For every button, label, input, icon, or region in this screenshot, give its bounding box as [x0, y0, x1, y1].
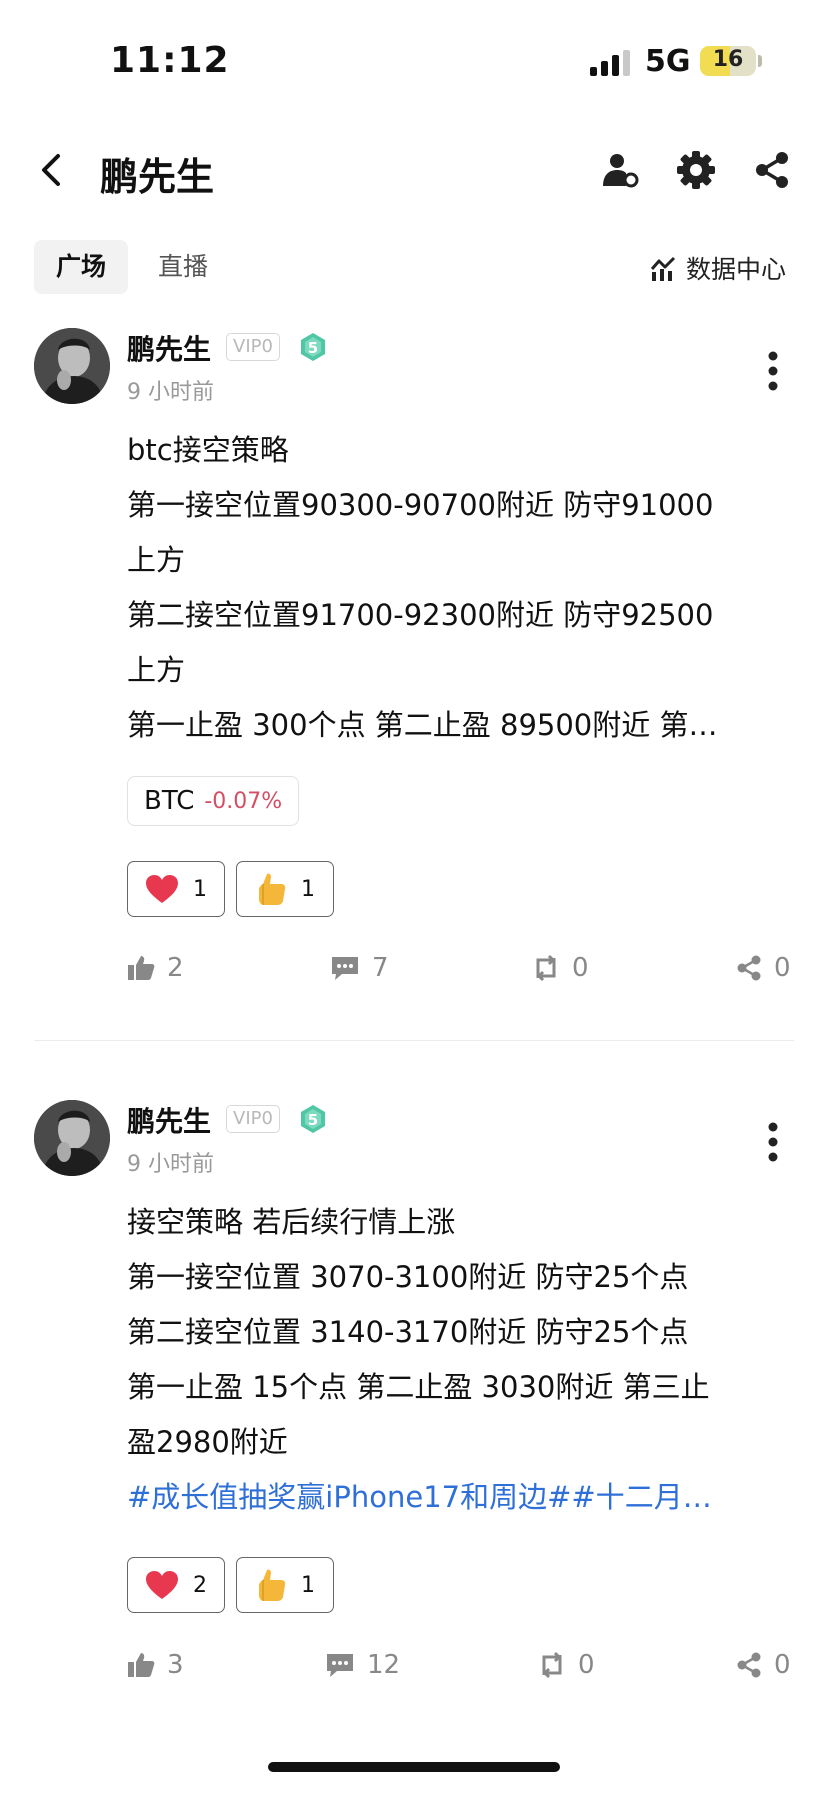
- post-line: 上方: [127, 653, 186, 687]
- hashtag-link[interactable]: #成长值抽奖赢iPhone17和周边##十二月…: [127, 1470, 797, 1525]
- reaction-heart-button[interactable]: 2: [127, 1557, 225, 1613]
- post-body[interactable]: 接空策略 若后续行情上涨 第一接空位置 3070-3100附近 防守25个点 第…: [127, 1195, 797, 1525]
- repost-icon: [542, 1651, 562, 1679]
- ticker-symbol: BTC: [144, 786, 195, 816]
- reaction-count: 2: [193, 1572, 207, 1598]
- like-count: 3: [167, 1650, 184, 1680]
- share-count: 0: [774, 953, 791, 983]
- level-badge-icon: 5: [301, 1105, 325, 1133]
- post-line: 盈2980附近: [127, 1425, 288, 1459]
- level-number: 5: [308, 1111, 318, 1129]
- more-options-icon[interactable]: [768, 351, 778, 391]
- author-name[interactable]: 鹏先生: [127, 328, 211, 368]
- chart-icon: [650, 256, 676, 281]
- data-center-label: 数据中心: [686, 255, 787, 284]
- thumbs-up-icon: [259, 1569, 286, 1601]
- back-arrow-icon[interactable]: [36, 150, 66, 190]
- avatar[interactable]: [34, 1100, 110, 1176]
- post-line: 第一止盈 15个点 第二止盈 3030附近 第三止: [127, 1370, 710, 1404]
- post-divider: [34, 1040, 794, 1041]
- thumbs-up-outline-icon: [128, 956, 155, 980]
- reaction-heart-button[interactable]: 1: [127, 861, 225, 917]
- heart-icon: [146, 875, 178, 903]
- network-label: 5G: [645, 44, 691, 79]
- thumbs-up-outline-icon: [128, 1653, 155, 1677]
- post-line: 上方: [127, 543, 186, 577]
- post-line: 第一接空位置90300-90700附近 防守91000: [127, 488, 714, 522]
- repost-count: 0: [578, 1650, 595, 1680]
- post-line: 第一止盈 300个点 第二止盈 89500附近 第…: [127, 708, 718, 742]
- heart-icon: [146, 1571, 178, 1599]
- repost-button[interactable]: 0: [532, 953, 589, 983]
- repost-button[interactable]: 0: [538, 1650, 595, 1680]
- vip-badge: VIP0: [226, 333, 280, 361]
- comment-button[interactable]: 7: [330, 953, 389, 983]
- like-button[interactable]: 3: [127, 1650, 184, 1680]
- status-time: 11:12: [110, 40, 230, 81]
- post-line: 接空策略 若后续行情上涨: [127, 1205, 456, 1239]
- post-time: 9 小时前: [127, 380, 214, 405]
- reaction-thumbs-button[interactable]: 1: [236, 861, 334, 917]
- person-settings-icon[interactable]: [600, 150, 640, 190]
- home-indicator[interactable]: [268, 1762, 560, 1772]
- battery-level: 16: [712, 47, 744, 72]
- share-icon: [737, 955, 761, 981]
- battery-cap: [758, 55, 762, 67]
- author-name[interactable]: 鹏先生: [127, 1100, 211, 1140]
- signal-icon: [590, 50, 630, 76]
- share-post-button[interactable]: 0: [736, 1650, 791, 1680]
- level-badge-icon: 5: [301, 333, 325, 361]
- gear-icon[interactable]: [676, 150, 716, 190]
- tab-live[interactable]: 直播: [136, 240, 230, 294]
- comment-icon: [327, 1654, 353, 1677]
- level-number: 5: [308, 339, 318, 357]
- comment-count: 7: [372, 953, 389, 983]
- data-center-link[interactable]: 数据中心: [650, 250, 786, 286]
- battery-icon: 16: [700, 46, 756, 76]
- share-post-button[interactable]: 0: [736, 953, 791, 983]
- post-time: 9 小时前: [127, 1152, 214, 1177]
- page-title: 鹏先生: [100, 155, 215, 199]
- ticker-change: -0.07%: [204, 788, 283, 814]
- post-line: btc接空策略: [127, 433, 289, 467]
- post-line: 第二接空位置91700-92300附近 防守92500: [127, 598, 714, 632]
- tab-square[interactable]: 广场: [34, 240, 129, 294]
- more-options-icon[interactable]: [768, 1122, 778, 1162]
- thumbs-up-icon: [259, 873, 286, 905]
- like-button[interactable]: 2: [127, 953, 184, 983]
- reaction-count: 1: [301, 1572, 315, 1598]
- comment-button[interactable]: 12: [325, 1650, 400, 1680]
- post-body[interactable]: btc接空策略 第一接空位置90300-90700附近 防守91000 上方 第…: [127, 423, 797, 753]
- ticker-chip[interactable]: BTC -0.07%: [127, 776, 300, 826]
- share-icon[interactable]: [752, 150, 792, 190]
- share-icon: [737, 1652, 761, 1678]
- reaction-thumbs-button[interactable]: 1: [236, 1557, 334, 1613]
- vip-badge: VIP0: [226, 1105, 280, 1133]
- reaction-count: 1: [301, 876, 315, 902]
- avatar[interactable]: [34, 328, 110, 404]
- comment-count: 12: [367, 1650, 401, 1680]
- post-line: 第一接空位置 3070-3100附近 防守25个点: [127, 1260, 689, 1294]
- share-count: 0: [774, 1650, 791, 1680]
- like-count: 2: [167, 953, 184, 983]
- reaction-count: 1: [193, 876, 207, 902]
- comment-icon: [332, 957, 358, 980]
- repost-icon: [536, 954, 556, 982]
- post-line: 第二接空位置 3140-3170附近 防守25个点: [127, 1315, 689, 1349]
- repost-count: 0: [572, 953, 589, 983]
